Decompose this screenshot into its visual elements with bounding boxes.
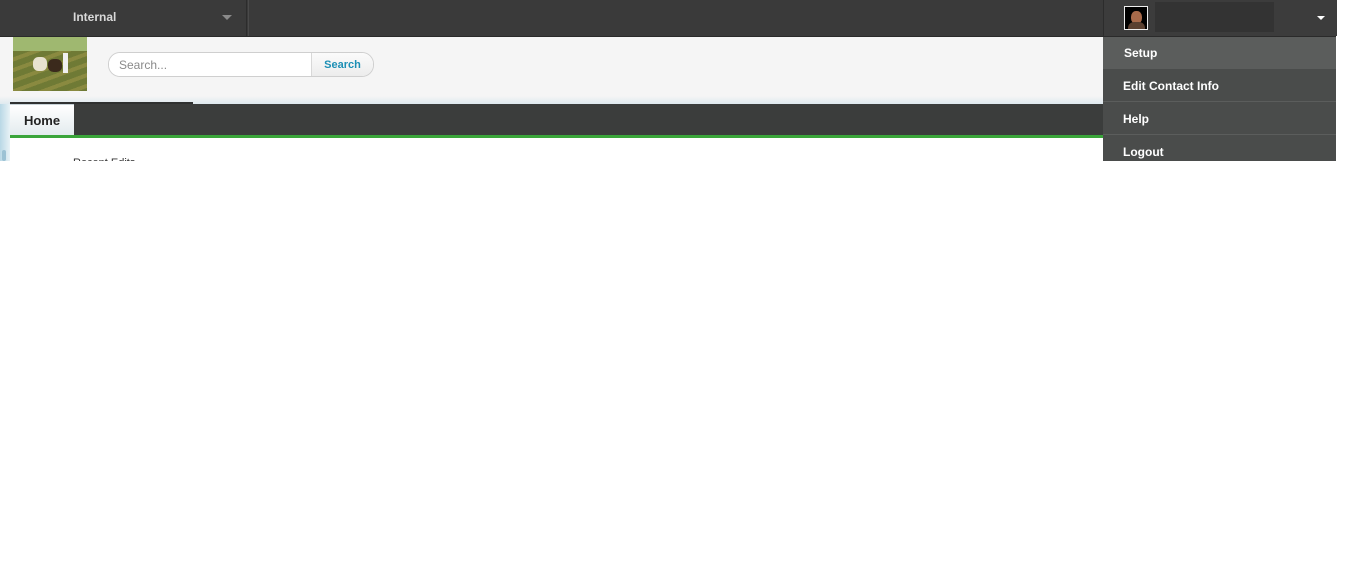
menu-item-logout[interactable]: Logout <box>1103 136 1336 161</box>
avatar-body <box>1128 22 1145 29</box>
menu-item-help[interactable]: Help <box>1103 103 1336 135</box>
company-logo[interactable] <box>13 37 87 91</box>
tab-home[interactable]: Home <box>10 104 74 135</box>
username-redacted[interactable] <box>1155 2 1274 32</box>
divider <box>248 0 249 36</box>
menu-item-setup[interactable]: Setup <box>1103 37 1336 69</box>
community-label: Internal <box>73 10 117 24</box>
user-menu-dropdown: Setup Edit Contact Info Help Logout <box>1103 37 1336 161</box>
sidebar-handle[interactable] <box>2 150 6 161</box>
global-header: Internal <box>0 0 1337 37</box>
logo-farmer <box>63 53 68 73</box>
logo-ox <box>33 57 47 71</box>
menu-item-edit-contact-info[interactable]: Edit Contact Info <box>1103 70 1336 102</box>
search-button[interactable]: Search <box>311 53 373 76</box>
logo-ox <box>48 59 62 72</box>
tab-bar: Home <box>10 104 1104 138</box>
main-content <box>10 138 1104 161</box>
community-switcher[interactable]: Internal <box>0 0 247 36</box>
chevron-down-icon[interactable] <box>222 15 232 20</box>
search-input[interactable] <box>109 53 309 76</box>
caret-down-icon[interactable] <box>1317 16 1325 20</box>
user-nav-button[interactable] <box>1103 0 1337 36</box>
logo-sky <box>13 37 87 51</box>
section-heading: Recent Edits <box>73 157 135 161</box>
avatar[interactable] <box>1124 6 1148 30</box>
search-box: Search <box>108 52 374 77</box>
